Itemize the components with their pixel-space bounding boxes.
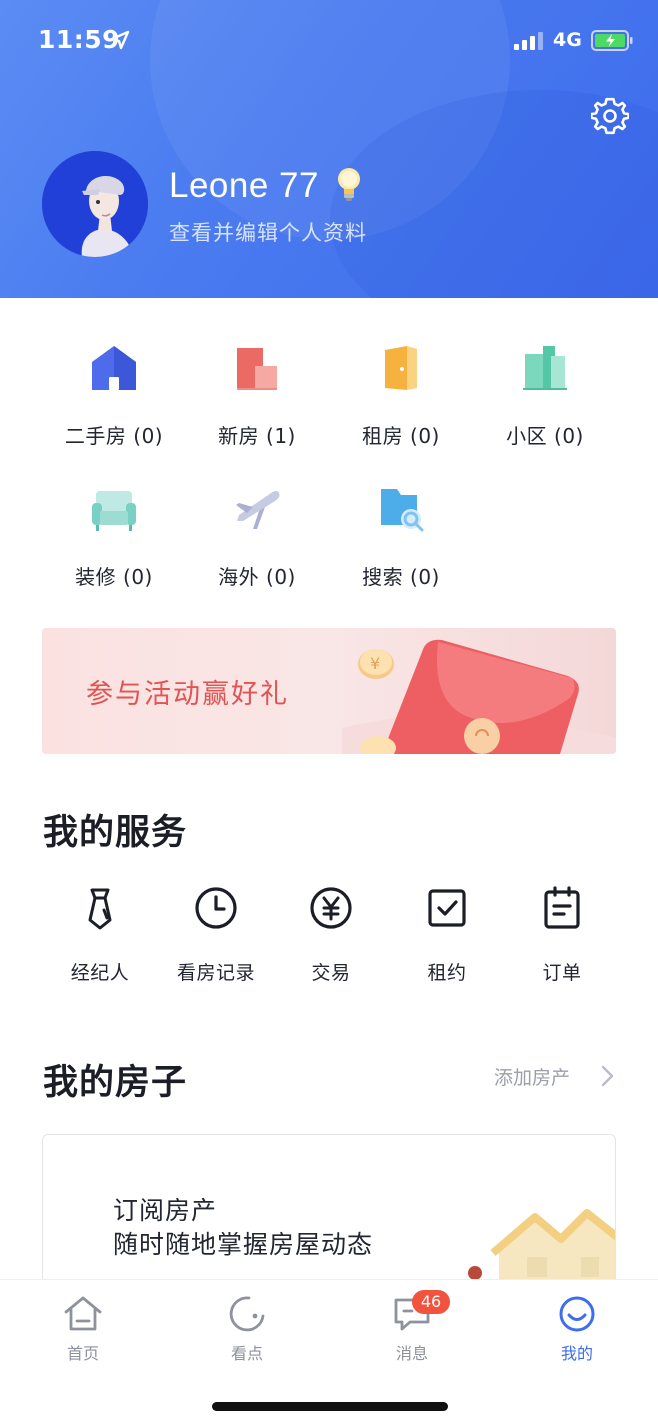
folder-search-icon [381,489,424,532]
chevron-right-icon[interactable] [599,1064,617,1088]
category-search[interactable]: 搜索 (0) [331,485,471,605]
tab-home[interactable]: 首页 [28,1294,138,1374]
svg-text:¥: ¥ [370,654,380,673]
add-property-link[interactable]: 添加房产 [494,1063,570,1090]
location-arrow-icon [110,30,130,50]
building-icon [237,348,277,390]
category-label: 新房 (1) [218,424,296,448]
my-house-title: 我的房子 [43,1063,188,1103]
clipboard-icon [544,886,580,929]
service-transaction[interactable]: 交易 [273,886,389,996]
category-community[interactable]: 小区 (0) [475,344,615,464]
services-title: 我的服务 [43,813,188,853]
signal-icon [514,32,543,50]
category-label: 装修 (0) [75,565,153,589]
service-orders[interactable]: 订单 [504,886,620,996]
tab-label: 看点 [230,1344,263,1363]
category-label: 搜索 (0) [362,565,440,589]
service-lease[interactable]: 租约 [389,886,505,996]
tab-label: 我的 [560,1344,593,1363]
edit-profile-link[interactable]: 查看并编辑个人资料 [169,217,367,247]
profile-icon [559,1296,595,1332]
community-icon [523,346,567,390]
tab-discover[interactable]: 看点 [192,1294,302,1374]
tab-profile[interactable]: 我的 [522,1294,632,1374]
status-bar: 11:59 4G [0,0,658,80]
battery-icon [591,30,633,51]
tie-icon [88,888,112,930]
home-indicator [212,1402,448,1411]
message-count-badge: 46 [412,1290,450,1314]
category-label: 租房 (0) [362,424,440,448]
category-label: 海外 (0) [218,565,296,589]
yuan-icon [310,887,352,929]
discover-icon [229,1296,265,1332]
status-time: 11:59 [38,25,121,54]
card-subtitle: 随时随地掌握房屋动态 [113,1230,374,1259]
service-viewing-history[interactable]: 看房记录 [158,886,274,996]
tab-label: 消息 [395,1344,428,1363]
promo-banner[interactable]: 参与活动赢好礼 ¥ [42,628,616,754]
service-label: 订单 [542,962,582,984]
tab-label: 首页 [66,1344,99,1363]
clock-icon [195,887,237,929]
service-label: 看房记录 [176,962,255,984]
network-type: 4G [553,29,582,51]
user-name[interactable]: Leone 77 [169,166,319,206]
service-label: 租约 [427,962,467,984]
lightbulb-icon [338,168,360,201]
banner-text: 参与活动赢好礼 [86,679,289,710]
category-second-hand-house[interactable]: 二手房 (0) [44,344,184,464]
house-icon [92,346,136,390]
category-decoration[interactable]: 装修 (0) [44,485,184,605]
door-icon [385,346,417,390]
home-icon [64,1296,102,1331]
sofa-icon [92,491,136,531]
service-label: 交易 [311,962,351,984]
checkbox-icon [428,889,466,927]
red-envelope-illustration: ¥ [342,639,616,754]
service-agent[interactable]: 经纪人 [42,886,158,996]
card-title: 订阅房产 [113,1196,218,1225]
avatar-portrait [42,151,148,257]
avatar[interactable] [42,151,148,257]
service-label: 经纪人 [70,962,130,984]
category-new-house[interactable]: 新房 (1) [187,344,327,464]
category-label: 二手房 (0) [64,424,164,448]
category-label: 小区 (0) [506,424,584,448]
category-rent[interactable]: 租房 (0) [331,344,471,464]
airplane-icon [236,491,280,529]
gear-icon[interactable] [591,97,629,135]
category-overseas[interactable]: 海外 (0) [187,485,327,605]
profile-header: 11:59 4G Leone 77 查看并编辑个人资料 [0,0,658,298]
